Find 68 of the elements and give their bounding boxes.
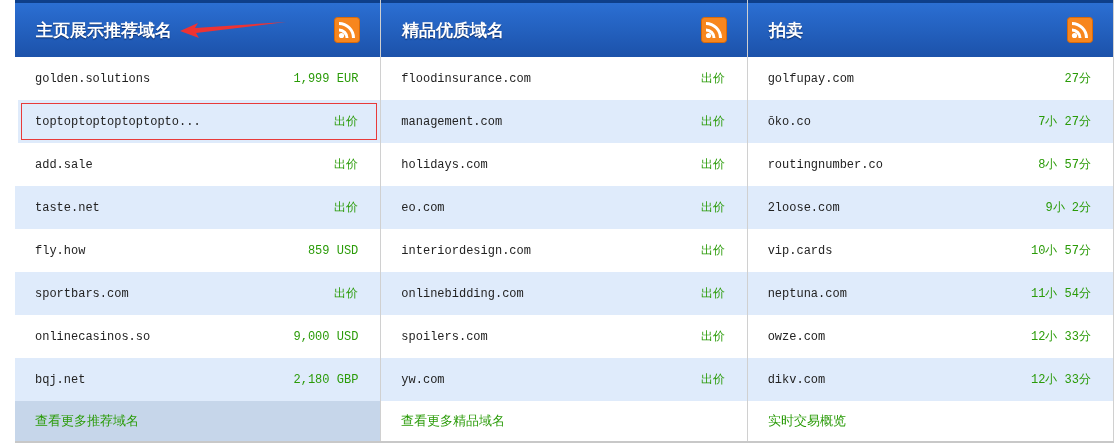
rss-icon[interactable] bbox=[334, 17, 361, 43]
domain-name: management.com bbox=[401, 114, 503, 129]
domain-name: floodinsurance.com bbox=[401, 71, 531, 86]
domain-name: golden.solutions bbox=[35, 71, 151, 86]
domain-name: bqj.net bbox=[35, 372, 86, 387]
price-text: 出价 bbox=[334, 286, 359, 302]
domain-row[interactable]: neptuna.com 11小 54分 bbox=[747, 272, 1113, 315]
price-text: 出价 bbox=[700, 243, 725, 259]
price-text: 7小 27分 bbox=[1038, 114, 1091, 130]
domain-name: spoilers.com bbox=[401, 329, 488, 344]
domain-name: dikv.com bbox=[767, 372, 826, 387]
domain-name: add.sale bbox=[35, 157, 93, 172]
price-text: 出价 bbox=[700, 71, 725, 87]
more-link[interactable]: 查看更多精品域名 bbox=[381, 401, 747, 441]
price-text: 2,180 GBP bbox=[293, 372, 359, 387]
price-text: 出价 bbox=[334, 157, 359, 173]
domain-name: eo.com bbox=[401, 200, 445, 215]
domain-row[interactable]: ōko.co 7小 27分 bbox=[747, 100, 1113, 143]
domain-name: onlinecasinos.so bbox=[35, 329, 151, 344]
price-text: 出价 bbox=[700, 286, 725, 302]
price-text: 10小 57分 bbox=[1030, 243, 1091, 259]
panel-title: 精品优质域名 bbox=[402, 18, 505, 42]
domain-name: ōko.co bbox=[767, 114, 811, 129]
price-text: 出价 bbox=[700, 200, 725, 216]
domain-row[interactable]: taste.net 出价 bbox=[15, 186, 381, 229]
domain-name: sportbars.com bbox=[35, 286, 129, 301]
price-text: 出价 bbox=[700, 329, 725, 345]
price-text: 9,000 USD bbox=[293, 329, 359, 344]
domain-name: golfupay.com bbox=[767, 71, 855, 86]
domain-row[interactable]: 2loose.com 9小 2分 bbox=[747, 186, 1113, 229]
price-text: 12小 33分 bbox=[1030, 372, 1091, 388]
price-text: 出价 bbox=[700, 372, 725, 388]
price-text: 9小 2分 bbox=[1045, 200, 1091, 216]
price-text: 859 USD bbox=[307, 243, 359, 258]
domain-row[interactable]: onlinebidding.com 出价 bbox=[381, 272, 747, 315]
domain-name: onlinebidding.com bbox=[401, 286, 524, 301]
domain-name: 2loose.com bbox=[767, 200, 840, 215]
price-text: 11小 54分 bbox=[1030, 286, 1091, 302]
price-text: 出价 bbox=[334, 200, 359, 216]
domain-row[interactable]: management.com 出价 bbox=[381, 100, 747, 143]
domain-name: owze.com bbox=[767, 329, 826, 344]
price-text: 出价 bbox=[700, 157, 725, 173]
domain-name: neptuna.com bbox=[767, 286, 847, 301]
domain-name: toptoptoptoptoptopto... bbox=[35, 114, 201, 129]
more-link[interactable]: 实时交易概览 bbox=[747, 401, 1113, 441]
price-text: 8小 57分 bbox=[1038, 157, 1091, 173]
price-text: 12小 33分 bbox=[1030, 329, 1091, 345]
rss-icon[interactable] bbox=[700, 17, 727, 43]
domain-row[interactable]: bqj.net 2,180 GBP bbox=[15, 358, 381, 401]
domain-name: routingnumber.co bbox=[767, 157, 883, 172]
price-text: 1,999 EUR bbox=[293, 71, 359, 86]
domain-row[interactable]: dikv.com 12小 33分 bbox=[747, 358, 1113, 401]
domain-name: vip.cards bbox=[767, 243, 833, 258]
price-text: 出价 bbox=[700, 114, 725, 130]
domain-row[interactable]: yw.com 出价 bbox=[381, 358, 747, 401]
panel-title: 拍卖 bbox=[768, 18, 803, 42]
price-text: 27分 bbox=[1064, 71, 1091, 87]
panel-title: 主页展示推荐域名 bbox=[36, 18, 172, 42]
domain-name: holidays.com bbox=[401, 157, 488, 172]
domain-row[interactable]: sportbars.com 出价 bbox=[15, 272, 381, 315]
domain-name: taste.net bbox=[35, 200, 100, 215]
price-text: 出价 bbox=[334, 114, 359, 130]
rss-icon[interactable] bbox=[1067, 17, 1093, 43]
domain-name: fly.how bbox=[35, 243, 86, 258]
domain-row[interactable]: eo.com 出价 bbox=[381, 186, 747, 229]
domain-row[interactable]: toptoptoptoptoptopto... 出价 bbox=[18, 100, 381, 143]
domain-name: yw.com bbox=[401, 372, 445, 387]
domain-name: interiordesign.com bbox=[401, 243, 531, 258]
